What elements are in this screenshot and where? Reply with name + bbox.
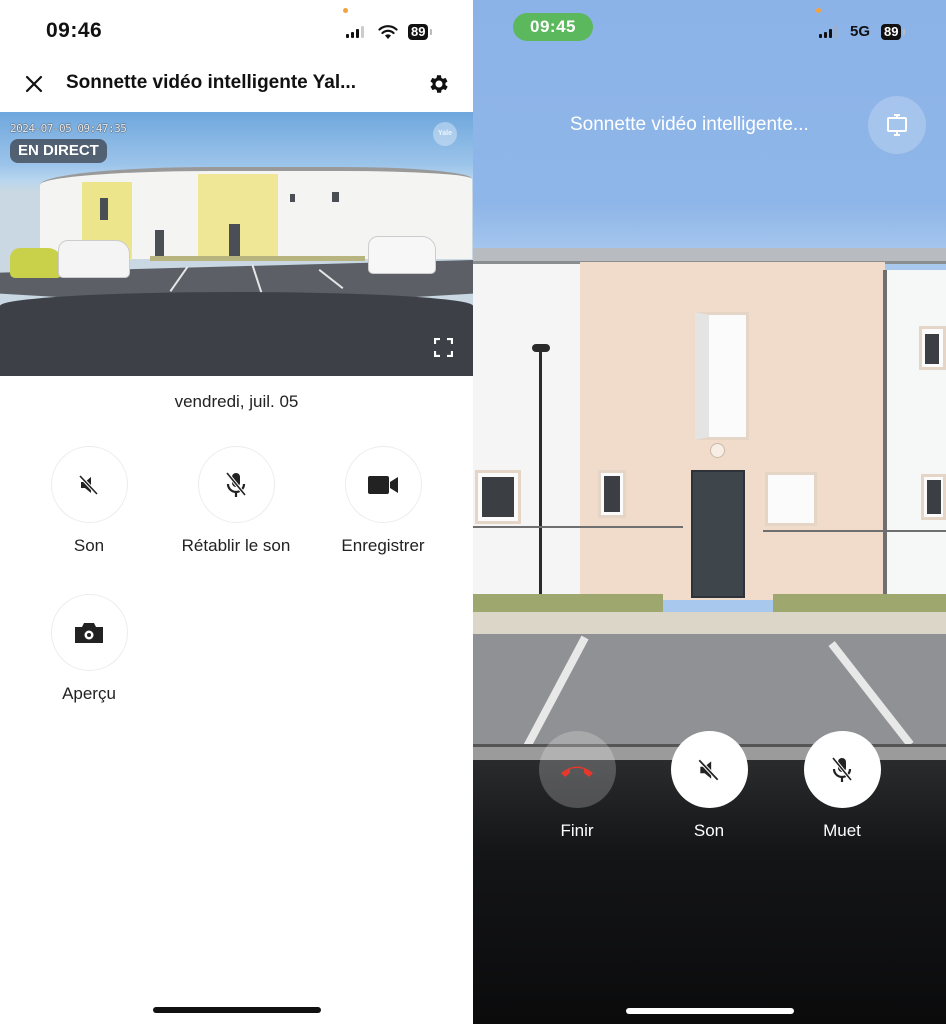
device-title: Sonnette vidéo intelligente Yal... (66, 72, 356, 93)
unmute-button[interactable]: Rétablir le son (161, 446, 311, 556)
battery-indicator: 89 (408, 24, 434, 40)
video-window (332, 192, 339, 202)
video-car (10, 248, 62, 278)
scene-window-glass (927, 480, 941, 514)
scene-window-tall (695, 312, 749, 440)
video-door (229, 224, 240, 258)
end-call-circle[interactable] (538, 731, 616, 808)
mute-button-label: Muet (823, 821, 861, 840)
unmute-button-label: Rétablir le son (181, 536, 291, 555)
scene-drainpipe (883, 270, 887, 598)
end-call-label: Finir (560, 821, 594, 840)
live-video-feed[interactable]: 2024-07-05 09:47:35 EN DIRECT Yale (0, 112, 473, 376)
scene-lamp-post (539, 346, 542, 596)
yale-watermark-logo: Yale (433, 122, 457, 146)
speaker-muted-icon (78, 474, 99, 495)
mute-button-circle[interactable] (803, 731, 881, 808)
video-car (58, 240, 130, 278)
left-screen-live-view: 09:46 89 Sonnette vidéo intelligente Yal… (0, 0, 473, 1024)
status-time: 09:46 (46, 19, 103, 42)
device-title: Sonnette vidéo intelligente... (570, 114, 809, 135)
scene-window-glass (604, 476, 620, 512)
video-window (290, 194, 295, 202)
fullscreen-icon[interactable] (434, 338, 453, 357)
speaker-muted-icon (697, 758, 720, 781)
video-timestamp: 2024-07-05 09:47:35 (10, 122, 127, 135)
battery-indicator: 89 (881, 24, 907, 40)
sound-button-label: Son (73, 536, 105, 555)
hang-up-icon (561, 766, 593, 777)
snapshot-button-label: Aperçu (62, 684, 116, 703)
date-label: vendredi, juil. 05 (174, 392, 299, 411)
scene-window-garage (765, 472, 817, 526)
record-button[interactable]: Enregistrer (308, 446, 458, 556)
live-badge: EN DIRECT (10, 139, 107, 163)
microphone-muted-icon (831, 756, 853, 782)
end-call-button[interactable]: Finir (522, 731, 632, 841)
wifi-icon (378, 25, 398, 39)
video-road (0, 292, 473, 376)
record-button-circle[interactable] (344, 446, 422, 523)
app-bar: Sonnette vidéo intelligente Yal... (0, 60, 473, 110)
scene-sidewalk (473, 612, 946, 634)
microphone-muted-icon (225, 471, 247, 497)
scene-lamp-head (532, 344, 550, 352)
record-button-label: Enregistrer (341, 536, 425, 555)
video-door (155, 230, 164, 258)
scene-grass (773, 594, 946, 612)
status-time-pill[interactable]: 09:45 (513, 13, 593, 41)
scene-grass (473, 594, 663, 612)
home-indicator[interactable] (626, 1008, 794, 1014)
status-bar: 09:46 89 (0, 0, 473, 60)
sound-button-circle[interactable] (50, 446, 128, 523)
video-grass (150, 256, 365, 261)
cellular-signal-icon (346, 26, 364, 38)
scene-window-small (598, 470, 626, 518)
privacy-indicator-dot (816, 8, 821, 13)
snapshot-button[interactable]: Aperçu (14, 594, 164, 704)
scene-railing (763, 530, 946, 532)
home-indicator[interactable] (153, 1007, 321, 1013)
sound-button-circle[interactable] (670, 731, 748, 808)
scene-front-door (691, 470, 745, 598)
scene-window-glass (925, 334, 939, 364)
video-car (368, 236, 436, 274)
camera-icon (75, 622, 103, 643)
screen-cast-icon (887, 114, 907, 136)
screen-cast-button[interactable] (868, 96, 926, 154)
scene-facade-right (885, 270, 946, 598)
scene-window-left (475, 470, 521, 524)
mute-button[interactable]: Muet (787, 731, 897, 841)
sound-button[interactable]: Son (14, 446, 164, 556)
close-icon[interactable] (22, 72, 46, 96)
privacy-indicator-dot (343, 8, 348, 13)
sound-button[interactable]: Son (654, 731, 764, 841)
cellular-signal-icon (819, 26, 837, 38)
scene-window-right-top (919, 326, 946, 370)
unmute-button-circle[interactable] (197, 446, 275, 523)
scene-railing (473, 526, 683, 528)
scene-facade-left (473, 264, 583, 598)
gear-icon[interactable] (427, 72, 451, 96)
scene-window-right-bottom (921, 474, 946, 520)
snapshot-button-circle[interactable] (50, 594, 128, 671)
video-camera-icon (368, 475, 398, 494)
video-window (100, 198, 108, 220)
right-screen-call-view: 09:45 5G 89 Sonnette vidéo intelligente.… (473, 0, 946, 1024)
scene-window-glass (482, 477, 514, 517)
network-type: 5G (850, 23, 871, 40)
scene-wall-light (710, 443, 725, 458)
sound-button-label: Son (693, 821, 725, 840)
scene-parking (473, 634, 946, 746)
